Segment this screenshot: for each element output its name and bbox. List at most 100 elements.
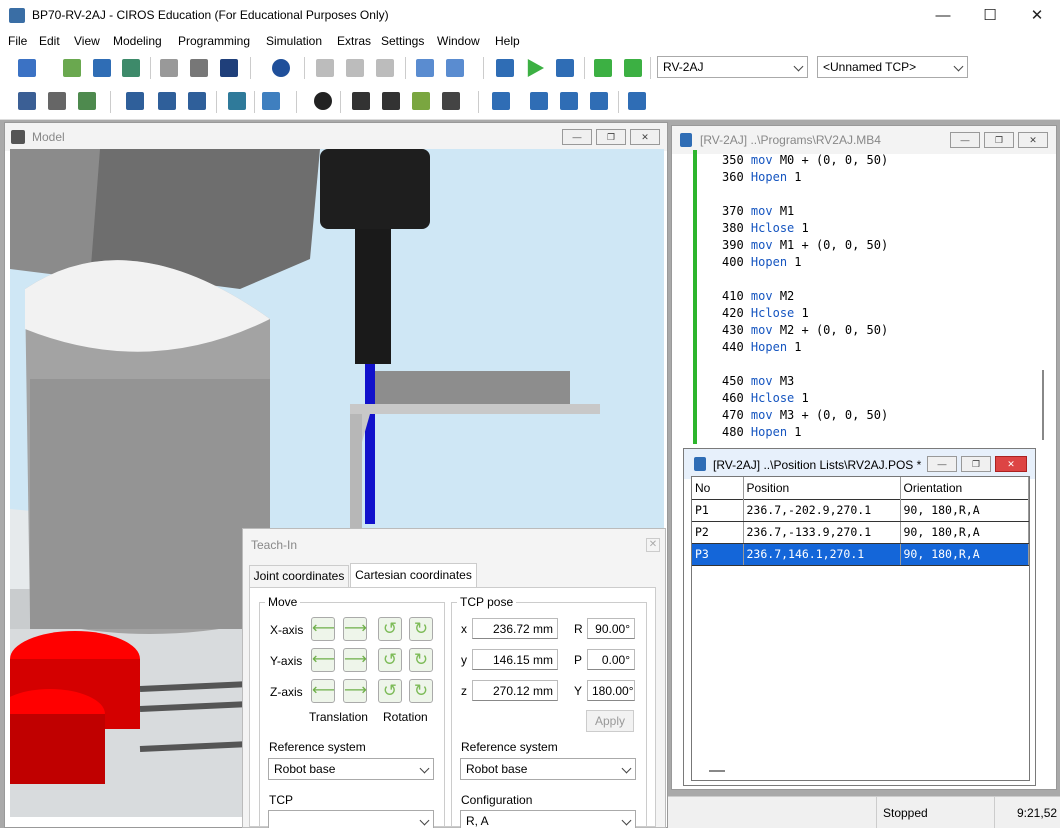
machine-icon[interactable] xyxy=(48,92,66,110)
resize-handle[interactable] xyxy=(709,770,725,772)
close-icon[interactable]: ✕ xyxy=(995,456,1027,472)
close-icon[interactable]: ✕ xyxy=(630,129,660,145)
menu-edit[interactable]: Edit xyxy=(39,34,60,48)
tcp-select-dialog[interactable] xyxy=(268,810,434,828)
model-icon[interactable] xyxy=(18,92,36,110)
restore-icon[interactable]: ❐ xyxy=(961,456,991,472)
restore-icon[interactable]: ❐ xyxy=(984,132,1014,148)
y-rotate-cw-icon[interactable]: ↻ xyxy=(409,648,433,672)
code-line[interactable]: 460 Hclose 1 xyxy=(722,391,809,405)
code-line[interactable]: 430 mov M2 + (0, 0, 50) xyxy=(722,323,888,337)
minimize-icon[interactable]: — xyxy=(562,129,592,145)
play-icon[interactable] xyxy=(527,59,544,77)
y-rotate-ccw-icon[interactable]: ↺ xyxy=(378,648,402,672)
robot-config-icon[interactable] xyxy=(188,92,206,110)
tab-joint-coordinates[interactable]: Joint coordinates xyxy=(249,565,349,587)
code-line[interactable]: 410 mov M2 xyxy=(722,289,794,303)
x-minus-icon[interactable]: ⟵ xyxy=(311,617,335,641)
pen-icon[interactable] xyxy=(412,92,430,110)
menu-window[interactable]: Window xyxy=(437,34,480,48)
menu-settings[interactable]: Settings xyxy=(381,34,424,48)
column-header-position[interactable]: Position xyxy=(743,477,901,499)
frame-icon[interactable] xyxy=(492,92,510,110)
code-line[interactable]: 360 Hopen 1 xyxy=(722,170,802,184)
pose-reference-system-select[interactable]: Robot base xyxy=(460,758,636,780)
axes-icon[interactable] xyxy=(316,59,334,77)
list-1-icon[interactable] xyxy=(530,92,548,110)
reference-system-select[interactable]: Robot base xyxy=(268,758,434,780)
column-header-orientation[interactable]: Orientation xyxy=(900,477,1029,499)
code-line[interactable]: 350 mov M0 + (0, 0, 50) xyxy=(722,153,888,167)
save-icon[interactable] xyxy=(93,59,111,77)
robot-arm-icon[interactable] xyxy=(158,92,176,110)
menu-help[interactable]: Help xyxy=(495,34,520,48)
z-rotate-ccw-icon[interactable]: ↺ xyxy=(378,679,402,703)
stethoscope-icon[interactable] xyxy=(262,92,280,110)
sphere-icon[interactable] xyxy=(272,59,290,77)
menu-view[interactable]: View xyxy=(74,34,100,48)
y-minus-icon[interactable]: ⟵ xyxy=(311,648,335,672)
apply-button[interactable]: Apply xyxy=(586,710,634,732)
open-folder-icon[interactable] xyxy=(63,59,81,77)
y-plus-icon[interactable]: ⟶ xyxy=(343,648,367,672)
cut-icon[interactable] xyxy=(160,59,178,77)
pitch-value-field[interactable]: 0.00° xyxy=(587,649,635,670)
table-row[interactable]: P2 236.7,-133.9,270.1 90, 180,R,A xyxy=(692,521,1029,544)
column-header-no[interactable]: No xyxy=(692,477,744,499)
code-line[interactable]: 390 mov M1 + (0, 0, 50) xyxy=(722,238,888,252)
stack-icon[interactable] xyxy=(442,92,460,110)
code-line[interactable]: 470 mov M3 + (0, 0, 50) xyxy=(722,408,888,422)
paste-icon[interactable] xyxy=(220,59,238,77)
menu-file[interactable]: File xyxy=(8,34,27,48)
tab-cartesian-coordinates[interactable]: Cartesian coordinates xyxy=(350,563,477,588)
x-rotate-ccw-icon[interactable]: ↺ xyxy=(378,617,402,641)
close-icon[interactable]: ✕ xyxy=(646,538,660,552)
scrollbar-thumb[interactable] xyxy=(1042,370,1044,440)
configuration-select[interactable]: R, A xyxy=(460,810,636,828)
step-icon[interactable] xyxy=(556,59,574,77)
insert-position-icon[interactable] xyxy=(624,59,642,77)
new-file-icon[interactable] xyxy=(18,59,36,77)
menu-extras[interactable]: Extras xyxy=(337,34,371,48)
axes-alt-icon[interactable] xyxy=(346,59,364,77)
x-rotate-cw-icon[interactable]: ↻ xyxy=(409,617,433,641)
copy-icon[interactable] xyxy=(190,59,208,77)
code-line[interactable]: 440 Hopen 1 xyxy=(722,340,802,354)
minimize-icon[interactable]: — xyxy=(927,456,957,472)
code-line[interactable]: 370 mov M1 xyxy=(722,204,794,218)
bug-step-icon[interactable] xyxy=(382,92,400,110)
z-plus-icon[interactable]: ⟶ xyxy=(343,679,367,703)
y-value-field[interactable]: 146.15 mm xyxy=(472,649,558,670)
close-icon[interactable]: ✕ xyxy=(1014,0,1060,32)
network-icon[interactable] xyxy=(446,59,464,77)
minimize-icon[interactable]: — xyxy=(950,132,980,148)
z-value-field[interactable]: 270.12 mm xyxy=(472,680,558,701)
x-value-field[interactable]: 236.72 mm xyxy=(472,618,558,639)
robot-select[interactable]: RV-2AJ xyxy=(657,56,808,78)
grid-icon[interactable] xyxy=(416,59,434,77)
table-row[interactable]: P1 236.7,-202.9,270.1 90, 180,R,A xyxy=(692,499,1029,522)
code-line[interactable]: 400 Hopen 1 xyxy=(722,255,802,269)
code-line[interactable]: 420 Hclose 1 xyxy=(722,306,809,320)
code-line[interactable]: 380 Hclose 1 xyxy=(722,221,809,235)
menu-simulation[interactable]: Simulation xyxy=(266,34,322,48)
z-minus-icon[interactable]: ⟵ xyxy=(311,679,335,703)
save-all-icon[interactable] xyxy=(122,59,140,77)
minimize-icon[interactable]: — xyxy=(920,0,966,32)
yaw-value-field[interactable]: 180.00° xyxy=(587,680,635,701)
tcp-select[interactable]: <Unnamed TCP> xyxy=(817,56,968,78)
code-line[interactable]: 450 mov M3 xyxy=(722,374,794,388)
x-plus-icon[interactable]: ⟶ xyxy=(343,617,367,641)
close-icon[interactable]: ✕ xyxy=(1018,132,1048,148)
layout-icon[interactable] xyxy=(78,92,96,110)
add-position-icon[interactable] xyxy=(594,59,612,77)
list-3-icon[interactable] xyxy=(590,92,608,110)
copy-object-icon[interactable] xyxy=(376,59,394,77)
restore-icon[interactable]: ❐ xyxy=(596,129,626,145)
maximize-icon[interactable]: ☐ xyxy=(967,0,1013,32)
menu-programming[interactable]: Programming xyxy=(178,34,250,48)
robot-icon[interactable] xyxy=(126,92,144,110)
list-2-icon[interactable] xyxy=(560,92,578,110)
bug-icon[interactable] xyxy=(352,92,370,110)
roll-value-field[interactable]: 90.00° xyxy=(587,618,635,639)
